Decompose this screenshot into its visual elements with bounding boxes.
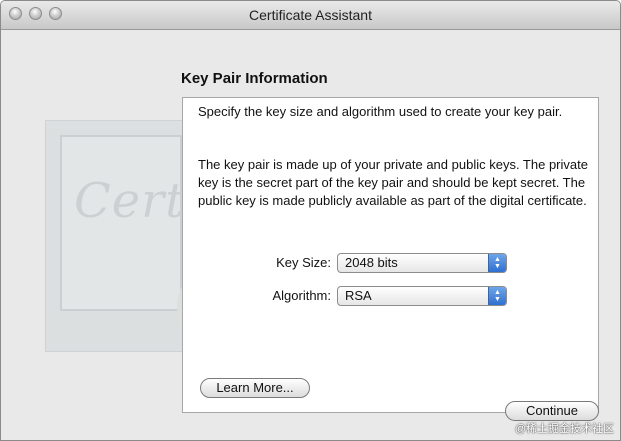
- explanation-text: The key pair is made up of your private …: [198, 157, 588, 208]
- up-down-arrows-icon: ▲ ▼: [488, 287, 506, 305]
- key-size-value: 2048 bits: [345, 255, 398, 270]
- window-content: Certif Key Pair Information Specify the …: [1, 30, 620, 440]
- algorithm-popup[interactable]: RSA ▲ ▼: [337, 286, 507, 306]
- key-pair-panel: Specify the key size and algorithm used …: [182, 97, 599, 413]
- certificate-assistant-window: Certificate Assistant Certif Key Pair In…: [0, 0, 621, 441]
- continue-button[interactable]: Continue: [505, 401, 599, 421]
- window-title: Certificate Assistant: [249, 7, 372, 23]
- key-size-label: Key Size:: [276, 255, 331, 270]
- algorithm-value: RSA: [345, 288, 372, 303]
- learn-more-button[interactable]: Learn More...: [200, 378, 310, 398]
- title-bar[interactable]: Certificate Assistant: [1, 1, 620, 30]
- key-size-popup[interactable]: 2048 bits ▲ ▼: [337, 253, 507, 273]
- up-down-arrows-icon: ▲ ▼: [488, 254, 506, 272]
- intro-text: Specify the key size and algorithm used …: [198, 104, 563, 119]
- algorithm-label: Algorithm:: [272, 288, 331, 303]
- section-heading: Key Pair Information: [181, 70, 328, 87]
- watermark-text: @稀土掘金技术社区: [514, 423, 614, 435]
- certificate-illustration: Certif: [45, 120, 219, 352]
